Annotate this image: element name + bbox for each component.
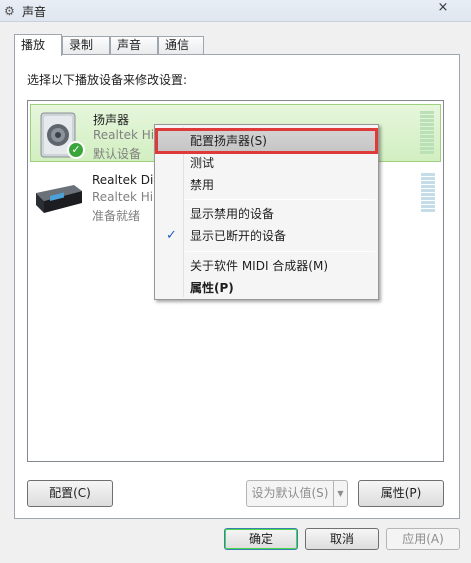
properties-button[interactable]: 属性(P) [358,480,444,507]
ok-button[interactable]: 确定 [224,528,298,550]
cancel-button[interactable]: 取消 [305,528,379,550]
menu-item-disable[interactable]: 禁用 [157,174,376,196]
device-description: Realtek Hi [92,190,154,204]
device-status: 准备就绪 [92,209,141,223]
menu-separator [185,199,375,200]
device-name: Realtek Dig [92,173,161,187]
volume-level-meter [420,111,434,155]
check-icon: ✓ [166,228,177,243]
volume-level-meter [421,173,435,217]
device-description: Realtek Hi [93,128,155,142]
menu-separator [185,251,375,252]
default-device-check-icon: ✓ [67,141,85,159]
tab-communications[interactable]: 通信 [158,36,204,55]
menu-item-configure-speakers[interactable]: 配置扬声器(S) [155,128,378,154]
window-title: 声音 [22,5,47,19]
set-default-button[interactable]: 设为默认值(S) ▼ [246,480,348,507]
menu-item-about-midi[interactable]: 关于软件 MIDI 合成器(M) [157,255,376,277]
device-name: 扬声器 [93,113,130,127]
chevron-down-icon[interactable]: ▼ [333,481,347,506]
menu-item-properties[interactable]: 属性(P) [157,277,376,299]
apply-button[interactable]: 应用(A) [386,528,460,550]
menu-item-show-disconnected[interactable]: ✓ 显示已断开的设备 [157,225,376,247]
tab-playback[interactable]: 播放 [14,34,62,56]
context-menu: 配置扬声器(S) 测试 禁用 显示禁用的设备 ✓ 显示已断开的设备 关于软件 M… [154,124,379,300]
title-bar: ⚙ 声音 × [0,0,471,22]
configure-button[interactable]: 配置(C) [27,480,113,507]
instruction-text: 选择以下播放设备来修改设置: [27,73,188,87]
menu-item-label: 显示已断开的设备 [190,229,287,243]
set-default-label: 设为默认值(S) [251,486,329,500]
menu-item-show-disabled[interactable]: 显示禁用的设备 [157,203,376,225]
sound-settings-icon: ⚙ [4,4,15,18]
tab-recording[interactable]: 录制 [62,36,110,55]
digital-output-icon [34,173,84,223]
menu-item-test[interactable]: 测试 [157,152,376,174]
device-status: 默认设备 [93,147,142,161]
close-button[interactable]: × [433,0,453,16]
tab-sounds[interactable]: 声音 [110,36,158,55]
